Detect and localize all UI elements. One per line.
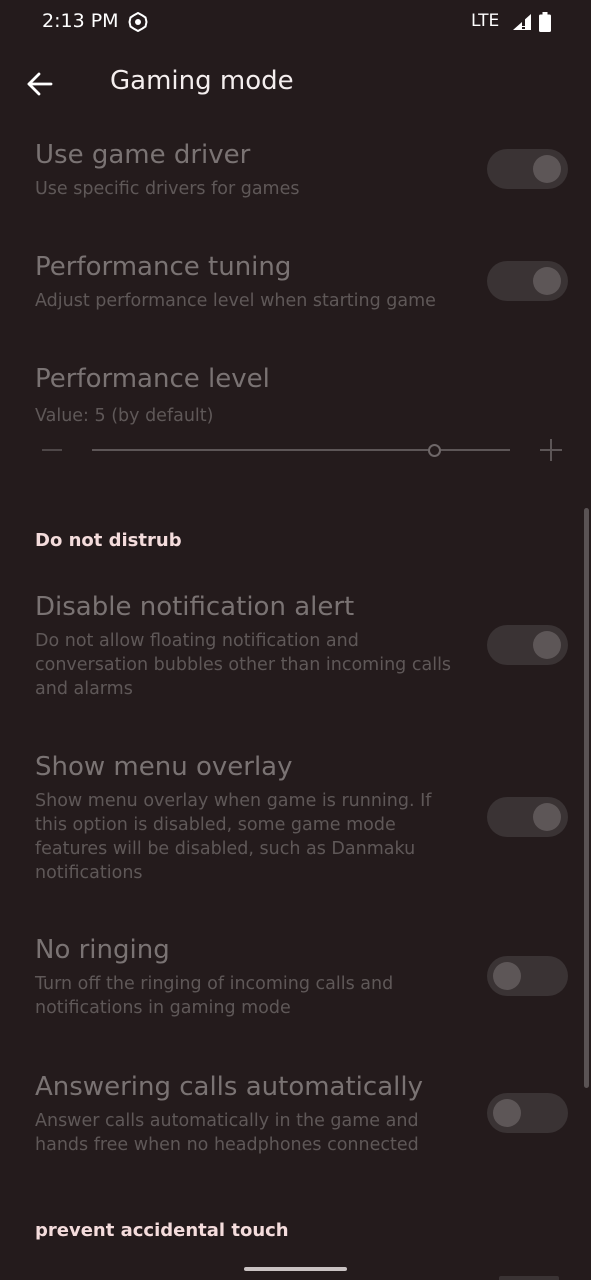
setting-title: No ringing [35, 935, 170, 965]
setting-answering-calls-automatically[interactable]: Answering calls automatically Answer cal… [0, 1068, 591, 1168]
setting-summary: Do not allow floating notification and c… [35, 631, 452, 699]
setting-use-game-driver[interactable]: Use game driver Use specific drivers for… [0, 136, 591, 230]
setting-performance-tuning[interactable]: Performance tuning Adjust performance le… [0, 248, 591, 342]
network-type: LTE [471, 11, 500, 31]
increase-icon[interactable] [540, 439, 562, 461]
notification-alert-toggle[interactable] [487, 625, 568, 665]
setting-title: Answering calls automatically [35, 1072, 423, 1102]
setting-show-menu-overlay[interactable]: Show menu overlay Show menu overlay when… [0, 748, 591, 896]
setting-disable-notification-alert[interactable]: Disable notification alert Do not allow … [0, 588, 591, 712]
setting-summary: Show menu overlay when game is running. … [35, 791, 432, 883]
status-time: 2:13 PM [42, 10, 119, 32]
setting-title: Performance tuning [35, 252, 292, 282]
back-arrow-icon[interactable] [20, 64, 60, 104]
game-driver-toggle[interactable] [487, 149, 568, 189]
setting-title: Disable notification alert [35, 592, 355, 622]
status-bar: 2:13 PM LTE [0, 0, 591, 46]
setting-title: Performance level [35, 364, 270, 394]
toggle-thumb [533, 155, 561, 183]
setting-summary: Use specific drivers for games [35, 179, 300, 199]
setting-title: Use game driver [35, 140, 251, 170]
menu-overlay-toggle[interactable] [487, 797, 568, 837]
setting-summary: Answer calls automatically in the game a… [35, 1111, 419, 1155]
settings-gear-icon [128, 12, 148, 32]
next-toggle-edge [499, 1276, 559, 1280]
section-header-do-not-disturb: Do not distrub [35, 530, 182, 551]
setting-no-ringing[interactable]: No ringing Turn off the ringing of incom… [0, 931, 591, 1031]
setting-summary: Value: 5 (by default) [35, 406, 214, 426]
performance-level-slider[interactable] [0, 434, 591, 468]
setting-performance-level: Performance level Value: 5 (by default) [0, 360, 591, 430]
page-title: Gaming mode [110, 66, 294, 96]
battery-icon [539, 12, 551, 32]
app-bar: Gaming mode [0, 52, 591, 116]
section-header-prevent-accidental-touch: prevent accidental touch [35, 1220, 289, 1241]
no-ringing-toggle[interactable] [487, 956, 568, 996]
decrease-icon[interactable] [42, 449, 62, 451]
setting-summary: Turn off the ringing of incoming calls a… [35, 974, 394, 1018]
auto-answer-toggle[interactable] [487, 1093, 568, 1133]
setting-summary: Adjust performance level when starting g… [35, 291, 436, 311]
gesture-navigation-bar[interactable] [244, 1267, 347, 1271]
setting-title: Show menu overlay [35, 752, 293, 782]
slider-thumb[interactable] [428, 444, 442, 457]
toggle-thumb [533, 631, 561, 659]
scrollbar[interactable] [584, 508, 589, 1088]
toggle-thumb [533, 803, 561, 831]
toggle-thumb [533, 267, 561, 295]
toggle-thumb [493, 1099, 521, 1127]
performance-tuning-toggle[interactable] [487, 261, 568, 301]
signal-icon [513, 14, 531, 30]
toggle-thumb [493, 962, 521, 990]
slider-track[interactable] [92, 449, 510, 451]
